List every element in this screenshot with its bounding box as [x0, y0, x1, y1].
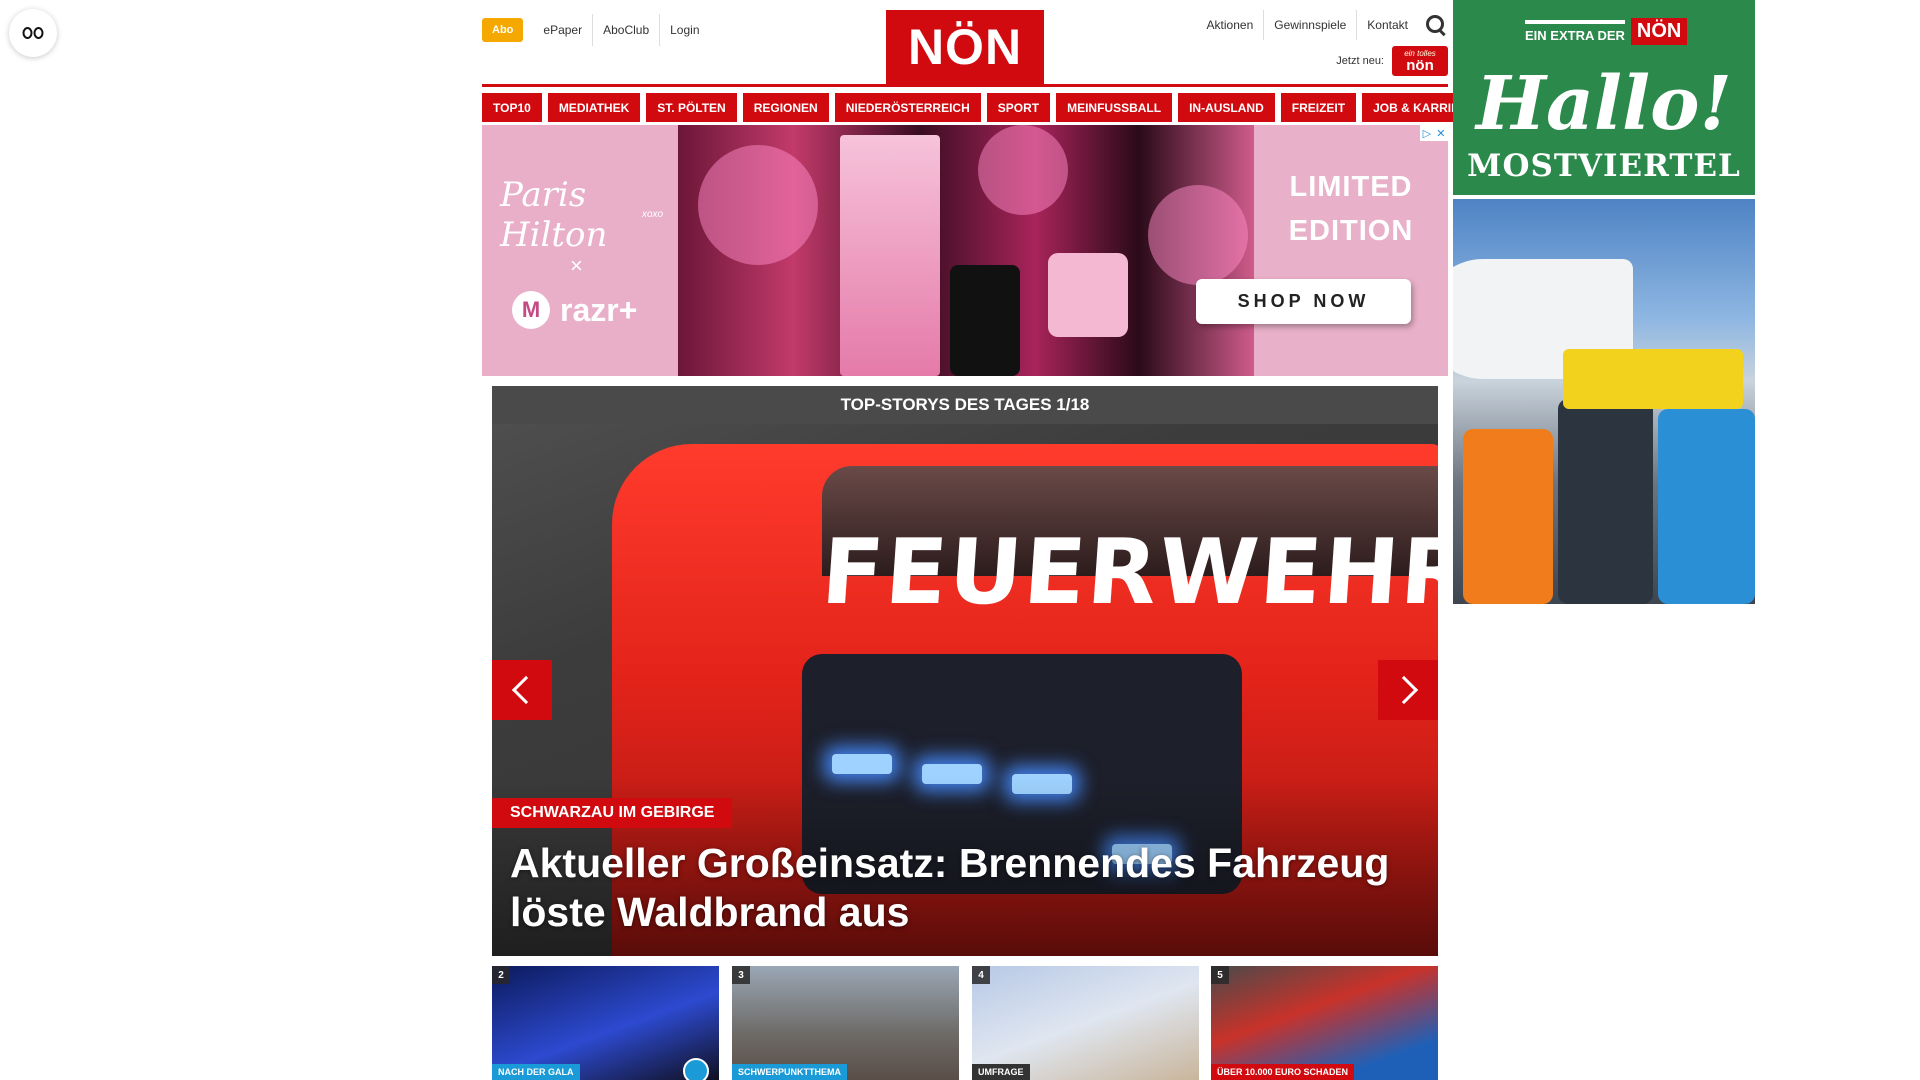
- ad-glow: [698, 145, 818, 265]
- heute-logo-text: nön: [1406, 56, 1434, 74]
- jetzt-neu-promo: Jetzt neu: ein tolles nön: [1336, 46, 1448, 76]
- top-stories-heading: TOP-STORYS DES TAGES 1/18: [492, 386, 1438, 424]
- skyscraper-ad[interactable]: EIN EXTRA DER NÖN Hallo! MOSTVIERTEL: [1453, 0, 1755, 604]
- story-thumb-kicker: NACH DER GALA: [492, 1064, 580, 1080]
- camera-icon: [683, 1058, 709, 1080]
- perfume-box-image: [840, 135, 940, 376]
- nav-item-freizeit[interactable]: FREIZEIT: [1280, 93, 1357, 122]
- story-thumb-3[interactable]: 3 SCHWERPUNKTTHEMA: [732, 966, 959, 1080]
- adchoices-info-icon: ▷: [1422, 127, 1432, 140]
- next-story-button[interactable]: [1378, 660, 1438, 720]
- nav-item-meinfussball[interactable]: MEINFUSSBALL: [1056, 93, 1173, 122]
- story-thumb-number: 5: [1211, 966, 1229, 984]
- login-link[interactable]: Login: [659, 14, 709, 46]
- airport-luggage-image: [1453, 199, 1755, 604]
- shop-now-button[interactable]: SHOP NOW: [1196, 279, 1411, 324]
- aboclub-link[interactable]: AboClub: [592, 14, 659, 46]
- epaper-link[interactable]: ePaper: [533, 14, 592, 46]
- jetzt-neu-label: Jetzt neu:: [1336, 55, 1384, 67]
- ad-banner[interactable]: Paris Hilton xoxo × M razr+ LIMITED EDIT…: [482, 125, 1448, 376]
- razr-text: razr+: [560, 291, 638, 328]
- ad-headline-line2: EDITION: [1288, 215, 1414, 247]
- story-thumb-number: 3: [732, 966, 750, 984]
- sky-hallo-title: Hallo!: [1476, 61, 1732, 147]
- kontakt-link[interactable]: Kontakt: [1356, 10, 1418, 40]
- story-thumb-4[interactable]: 4 UMFRAGE: [972, 966, 1199, 1080]
- nav-item-top10[interactable]: TOP10: [482, 93, 542, 122]
- page: Abo ePaper AboClub Login NÖN Aktionen Ge…: [0, 0, 1920, 1080]
- paris-hilton-xoxo: xoxo: [642, 209, 664, 220]
- story-thumb-number: 2: [492, 966, 510, 984]
- adchoices-icon[interactable]: ▷ ✕: [1420, 125, 1448, 141]
- phone-image: [950, 265, 1020, 376]
- nav-item-in-ausland[interactable]: IN-AUSLAND: [1178, 93, 1275, 122]
- aktionen-link[interactable]: Aktionen: [1197, 10, 1264, 40]
- motorola-logo-icon: M: [512, 291, 550, 329]
- nav-item-regionen[interactable]: REGIONEN: [742, 93, 829, 122]
- nav-item-mediathek[interactable]: MEDIATHEK: [547, 93, 641, 122]
- nav-item-niederoesterreich[interactable]: NIEDERÖSTERREICH: [834, 93, 981, 122]
- search-icon[interactable]: [1424, 13, 1448, 37]
- story-thumb-kicker: ÜBER 10.000 EURO SCHADEN: [1211, 1064, 1355, 1080]
- story-thumb-2[interactable]: 2 NACH DER GALA: [492, 966, 719, 1080]
- hero-kicker[interactable]: SCHWARZAU IM GEBIRGE: [492, 798, 733, 828]
- utility-nav-right: Aktionen Gewinnspiele Kontakt: [1197, 10, 1448, 40]
- ad-banner-product-image: [678, 125, 1254, 376]
- suitcase-orange: [1463, 429, 1553, 604]
- hallo-mostviertel-ad: EIN EXTRA DER NÖN Hallo! MOSTVIERTEL: [1453, 0, 1755, 195]
- story-thumbnails: 2 NACH DER GALA 3 SCHWERPUNKTTHEMA 4 UMF…: [492, 966, 1438, 1080]
- main-nav: TOP10 MEDIATHEK ST. PÖLTEN REGIONEN NIED…: [482, 84, 1487, 122]
- razr-logo: M razr+: [512, 291, 637, 329]
- site-logo[interactable]: NÖN: [886, 10, 1044, 84]
- ad-banner-headline-panel: LIMITED EDITION: [1254, 125, 1448, 376]
- story-thumb-5[interactable]: 5 ÜBER 10.000 EURO SCHADEN: [1211, 966, 1438, 1080]
- chevron-left-icon: [511, 675, 541, 705]
- ad-glow: [978, 125, 1068, 215]
- phone-case-image: [1048, 253, 1128, 337]
- story-thumb-kicker: UMFRAGE: [972, 1064, 1030, 1080]
- story-thumb-number: 4: [972, 966, 990, 984]
- prev-story-button[interactable]: [492, 660, 552, 720]
- adchoices-close-icon: ✕: [1436, 127, 1446, 140]
- chevron-right-icon: [1389, 675, 1419, 705]
- suitcase-dark: [1558, 399, 1653, 604]
- sky-region-title: MOSTVIERTEL: [1467, 148, 1741, 184]
- ad-banner-brand-panel: Paris Hilton xoxo × M razr+: [482, 125, 678, 376]
- ad-headline-line1: LIMITED: [1289, 171, 1413, 203]
- airport-cart: [1563, 349, 1743, 409]
- ad-collab-x: ×: [570, 253, 583, 278]
- abo-button[interactable]: Abo: [482, 18, 524, 42]
- suitcase-blue: [1658, 409, 1755, 604]
- blue-light: [832, 754, 892, 774]
- hero-story[interactable]: FEUERWEHR SCHWARZAU IM GEBIRGE Aktueller…: [492, 424, 1438, 956]
- heute-logo[interactable]: ein tolles nön: [1392, 46, 1448, 76]
- gewinnspiele-link[interactable]: Gewinnspiele: [1263, 10, 1356, 40]
- truck-lettering: FEUERWEHR: [818, 520, 1438, 625]
- ad-headline: LIMITED EDITION: [1254, 165, 1448, 253]
- reader-mode-button[interactable]: [9, 9, 57, 57]
- story-thumb-kicker: SCHWERPUNKTTHEMA: [732, 1064, 847, 1080]
- site-header: Abo ePaper AboClub Login NÖN Aktionen Ge…: [482, 0, 1448, 84]
- nav-item-sport[interactable]: SPORT: [986, 93, 1051, 122]
- sky-non-logo: NÖN: [1630, 18, 1688, 45]
- sky-extra-text: EIN EXTRA DER: [1525, 20, 1625, 43]
- nav-item-st-poelten[interactable]: ST. PÖLTEN: [646, 93, 737, 122]
- utility-nav-left: Abo ePaper AboClub Login: [482, 14, 710, 46]
- ad-glow: [1148, 185, 1248, 285]
- sky-extra-label: EIN EXTRA DER NÖN: [1525, 18, 1688, 45]
- reader-mode-icon: [22, 27, 44, 39]
- hero-title[interactable]: Aktueller Großeinsatz: Brennendes Fahrze…: [510, 839, 1410, 937]
